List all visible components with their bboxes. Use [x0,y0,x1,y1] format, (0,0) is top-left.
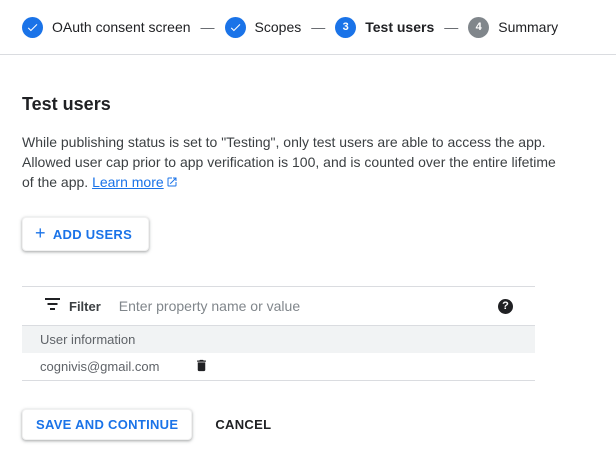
user-email: cognivis@gmail.com [40,359,159,374]
column-header-user-information: User information [40,332,135,347]
step-scopes[interactable]: Scopes [225,17,302,38]
step-label: Test users [365,19,434,35]
save-and-continue-button[interactable]: SAVE AND CONTINUE [22,409,192,440]
step-label: Scopes [255,19,302,35]
step-summary[interactable]: 4 Summary [468,17,558,38]
step-label: Summary [498,19,558,35]
table-row: cognivis@gmail.com [22,353,535,381]
description-text: While publishing status is set to "Testi… [22,132,558,193]
step-complete-check-icon [225,17,246,38]
filter-button[interactable]: Filter [45,297,101,315]
filter-input[interactable] [117,297,498,315]
test-users-table: Filter ? User information cognivis@gmail… [22,286,535,381]
plus-icon: + [35,224,46,242]
step-separator: — [311,19,325,35]
wizard-stepper: OAuth consent screen — Scopes — 3 Test u… [0,0,616,55]
trash-icon [194,357,209,377]
filter-bar: Filter ? [22,286,535,325]
step-label: OAuth consent screen [52,19,191,35]
step-separator: — [444,19,458,35]
filter-label: Filter [69,299,101,314]
cancel-button[interactable]: CANCEL [215,417,271,432]
filter-list-icon [45,297,60,315]
step-number-icon: 4 [468,17,489,38]
add-users-button[interactable]: + ADD USERS [22,217,149,251]
learn-more-link[interactable]: Learn more [92,174,178,190]
footer-actions: SAVE AND CONTINUE CANCEL [22,409,594,440]
step-separator: — [201,19,215,35]
table-header: User information [22,325,535,353]
main-content: Test users While publishing status is se… [0,94,616,440]
step-number-icon: 3 [335,17,356,38]
step-complete-check-icon [22,17,43,38]
delete-user-button[interactable] [194,357,209,377]
page-title: Test users [22,94,594,114]
step-test-users[interactable]: 3 Test users [335,17,434,38]
help-icon[interactable]: ? [498,299,513,314]
external-link-icon [166,173,178,193]
step-oauth-consent-screen[interactable]: OAuth consent screen [22,17,191,38]
